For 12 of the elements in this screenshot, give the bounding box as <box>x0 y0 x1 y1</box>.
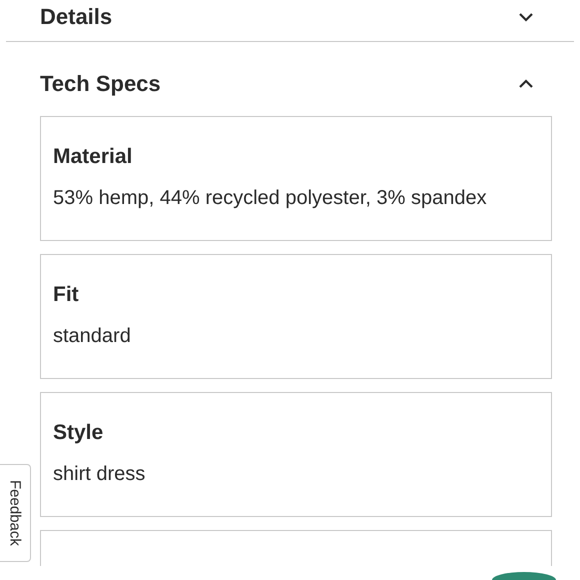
section-header[interactable]: Details <box>0 0 580 33</box>
chat-button[interactable] <box>492 572 556 580</box>
spec-label: Fit <box>53 283 80 307</box>
section-header[interactable]: Tech Specs <box>0 56 580 112</box>
spec-label: Material <box>53 145 134 169</box>
spec-value: 53% hemp, 44% recycled polyester, 3% spandex <box>53 187 488 210</box>
feedback-tab[interactable]: Feedback <box>0 464 31 562</box>
chevron-down-icon <box>518 12 534 22</box>
spec-value: shirt dress <box>53 463 146 486</box>
spec-value: standard <box>53 325 132 348</box>
chevron-up-icon <box>518 79 534 89</box>
spec-label: Style <box>53 421 104 445</box>
